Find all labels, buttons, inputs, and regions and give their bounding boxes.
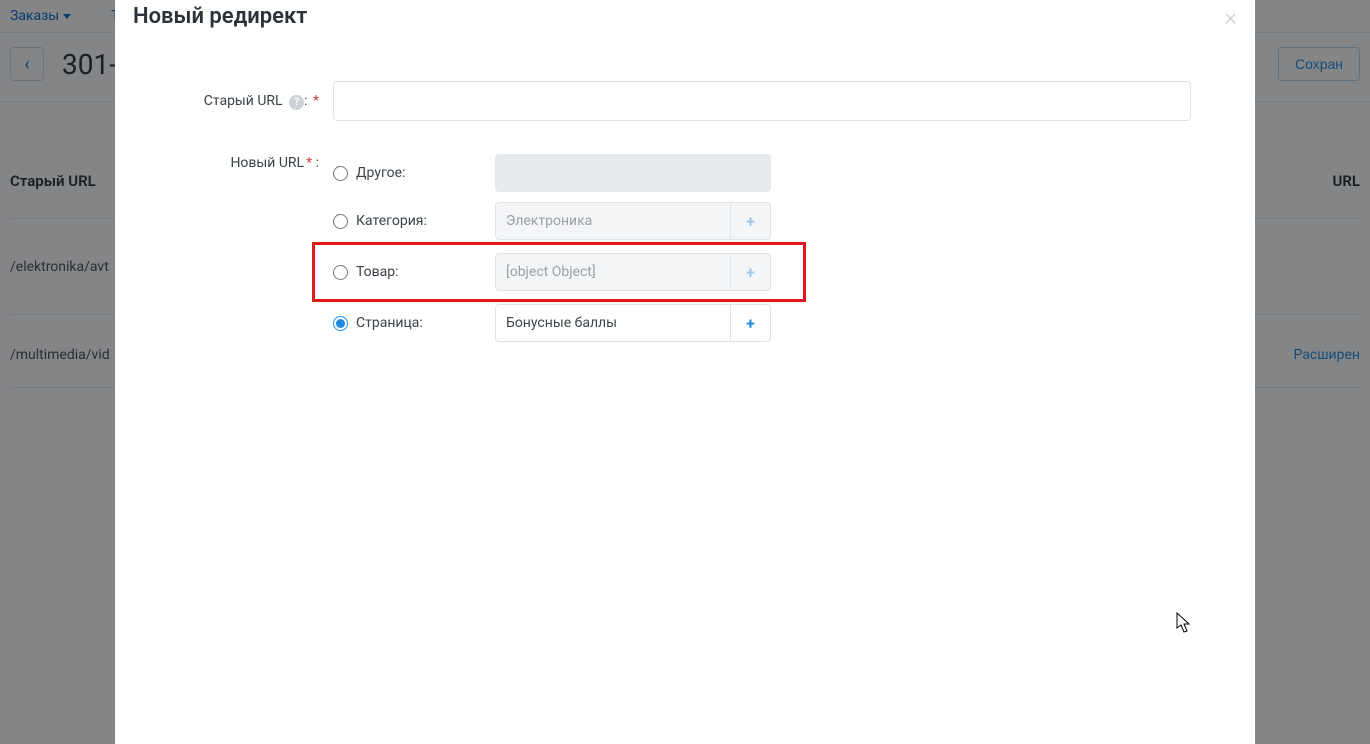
old-url-input[interactable] [333,81,1191,121]
option-product-highlighted: Товар: [object Object] + [315,245,803,299]
label-old-url: Старый URL ?: * [143,93,333,110]
product-picker[interactable]: [object Object] + [495,253,771,291]
help-icon[interactable]: ? [289,95,304,110]
required-mark: * [313,93,319,109]
other-input-disabled [495,154,771,192]
option-product[interactable]: Товар: [333,264,495,280]
plus-icon[interactable]: + [730,203,770,239]
close-icon[interactable]: × [1224,5,1237,29]
modal-new-redirect: Новый редирект × Старый URL ?: * Новый U… [115,0,1255,744]
plus-icon[interactable]: + [730,305,770,341]
radio-page[interactable] [333,316,348,331]
radio-category[interactable] [333,214,348,229]
category-picker[interactable]: Электроника + [495,202,771,240]
radio-other[interactable] [333,166,348,181]
option-category[interactable]: Категория: [333,197,495,245]
radio-product[interactable] [333,265,348,280]
page-picker[interactable]: Бонусные баллы + [495,304,771,342]
modal-overlay[interactable]: Новый редирект × Старый URL ?: * Новый U… [0,0,1370,744]
option-page[interactable]: Страница: [333,299,495,347]
modal-title: Новый редирект [133,4,307,29]
option-other[interactable]: Другое: [333,149,495,197]
plus-icon[interactable]: + [730,254,770,290]
row-old-url: Старый URL ?: * [143,81,1197,121]
label-new-url: Новый URL* : [143,149,333,347]
